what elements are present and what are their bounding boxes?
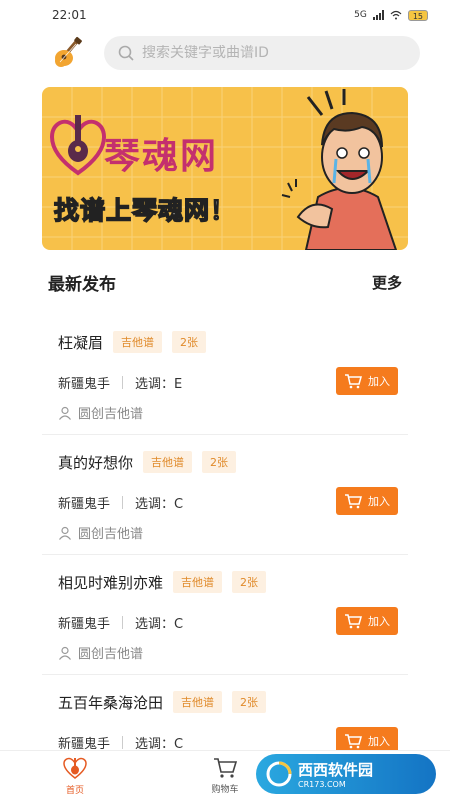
key-info: 选调：E (135, 377, 183, 392)
add-to-cart-button[interactable]: 加入 (336, 607, 398, 635)
song-name: 五百年桑海沧田 (58, 693, 164, 712)
author-row: 圆创吉他谱 (58, 403, 143, 422)
tab-label: 购物车 (211, 785, 239, 795)
section-header: 最新发布 更多 (48, 270, 402, 295)
tag-pages: 2张 (202, 451, 237, 473)
divider (122, 496, 124, 509)
watermark-badge: 西西软件园 CR173.COM (256, 754, 436, 794)
watermark-text-group: 西西软件园 CR173.COM (298, 759, 373, 789)
tag-pages: 2张 (172, 331, 207, 353)
status-icons: 5G 15 (354, 9, 428, 21)
divider (122, 376, 124, 389)
song-item[interactable]: 真的好想你 吉他谱 2张 新疆鬼手 选调：C 圆创吉他谱 加入 (42, 435, 408, 555)
header (0, 30, 450, 76)
add-button-label: 加入 (368, 615, 390, 628)
song-title-row: 相见时难别亦难 吉他谱 2张 (58, 571, 267, 593)
tab-label: 首页 (65, 786, 84, 796)
song-item[interactable]: 枉凝眉 吉他谱 2张 新疆鬼手 选调：E 圆创吉他谱 加入 (42, 315, 408, 435)
more-link[interactable]: 更多 (372, 272, 402, 293)
banner-slogan: 找谱上琴魂网！ (53, 195, 237, 226)
promo-banner[interactable]: 琴魂网 找谱上琴魂网！ (42, 87, 408, 250)
song-item[interactable]: 相见时难别亦难 吉他谱 2张 新疆鬼手 选调：C 圆创吉他谱 加入 (42, 555, 408, 675)
network-label: 5G (354, 10, 367, 20)
tag-pages: 2张 (232, 571, 267, 593)
battery-indicator: 15 (407, 9, 428, 21)
author-row: 圆创吉他谱 (58, 523, 143, 542)
cart-icon (214, 758, 238, 778)
guitar-icon (63, 757, 87, 779)
watermark-sub: CR173.COM (298, 780, 346, 789)
author-name: 圆创吉他谱 (78, 407, 144, 422)
divider (122, 616, 124, 629)
wifi-icon (390, 10, 402, 20)
key-info: 选调：C (135, 617, 184, 632)
song-name: 相见时难别亦难 (58, 573, 164, 592)
watermark-text: 西西软件园 (298, 761, 374, 779)
tab-home[interactable]: 首页 (30, 755, 120, 796)
guitar-heart-logo-icon (49, 115, 107, 176)
search-bar[interactable] (104, 36, 420, 70)
guitar-logo-icon[interactable] (52, 36, 86, 70)
search-input[interactable] (142, 45, 420, 61)
search-icon (118, 45, 134, 61)
cart-icon (345, 734, 362, 749)
tag-type: 吉他谱 (143, 451, 193, 473)
add-button-label: 加入 (368, 735, 390, 748)
song-title-row: 真的好想你 吉他谱 2张 (58, 451, 237, 473)
song-title-row: 五百年桑海沧田 吉他谱 2张 (58, 691, 267, 713)
signal-icon (372, 10, 384, 20)
tag-type: 吉他谱 (173, 691, 223, 713)
singer-name: 新疆鬼手 (58, 377, 111, 392)
banner-title: 琴魂网 (104, 136, 219, 177)
cart-icon (345, 494, 362, 509)
song-meta: 新疆鬼手 选调：C (58, 493, 183, 512)
tag-type: 吉他谱 (113, 331, 163, 353)
user-icon (59, 526, 71, 540)
user-icon (59, 406, 71, 420)
author-name: 圆创吉他谱 (78, 527, 144, 542)
add-to-cart-button[interactable]: 加入 (336, 487, 398, 515)
song-title-row: 枉凝眉 吉他谱 2张 (58, 331, 207, 353)
song-name: 枉凝眉 (58, 333, 104, 352)
cart-icon (345, 614, 362, 629)
cart-icon (345, 374, 362, 389)
add-button-label: 加入 (368, 375, 390, 388)
author-row: 圆创吉他谱 (58, 643, 143, 662)
watermark-logo-icon (266, 761, 292, 787)
user-icon (59, 646, 71, 660)
song-name: 真的好想你 (58, 453, 134, 472)
singer-name: 新疆鬼手 (58, 617, 111, 632)
add-button-label: 加入 (368, 495, 390, 508)
cartoon-man-illustration (281, 89, 398, 250)
status-time: 22:01 (52, 8, 87, 22)
key-info: 选调：C (135, 497, 184, 512)
status-bar: 22:01 5G 15 (0, 0, 450, 30)
author-name: 圆创吉他谱 (78, 647, 144, 662)
singer-name: 新疆鬼手 (58, 497, 111, 512)
section-title: 最新发布 (48, 275, 116, 295)
song-meta: 新疆鬼手 选调：E (58, 373, 182, 392)
song-meta: 新疆鬼手 选调：C (58, 613, 183, 632)
divider (122, 736, 124, 749)
tag-type: 吉他谱 (173, 571, 223, 593)
add-to-cart-button[interactable]: 加入 (336, 367, 398, 395)
tag-pages: 2张 (232, 691, 267, 713)
